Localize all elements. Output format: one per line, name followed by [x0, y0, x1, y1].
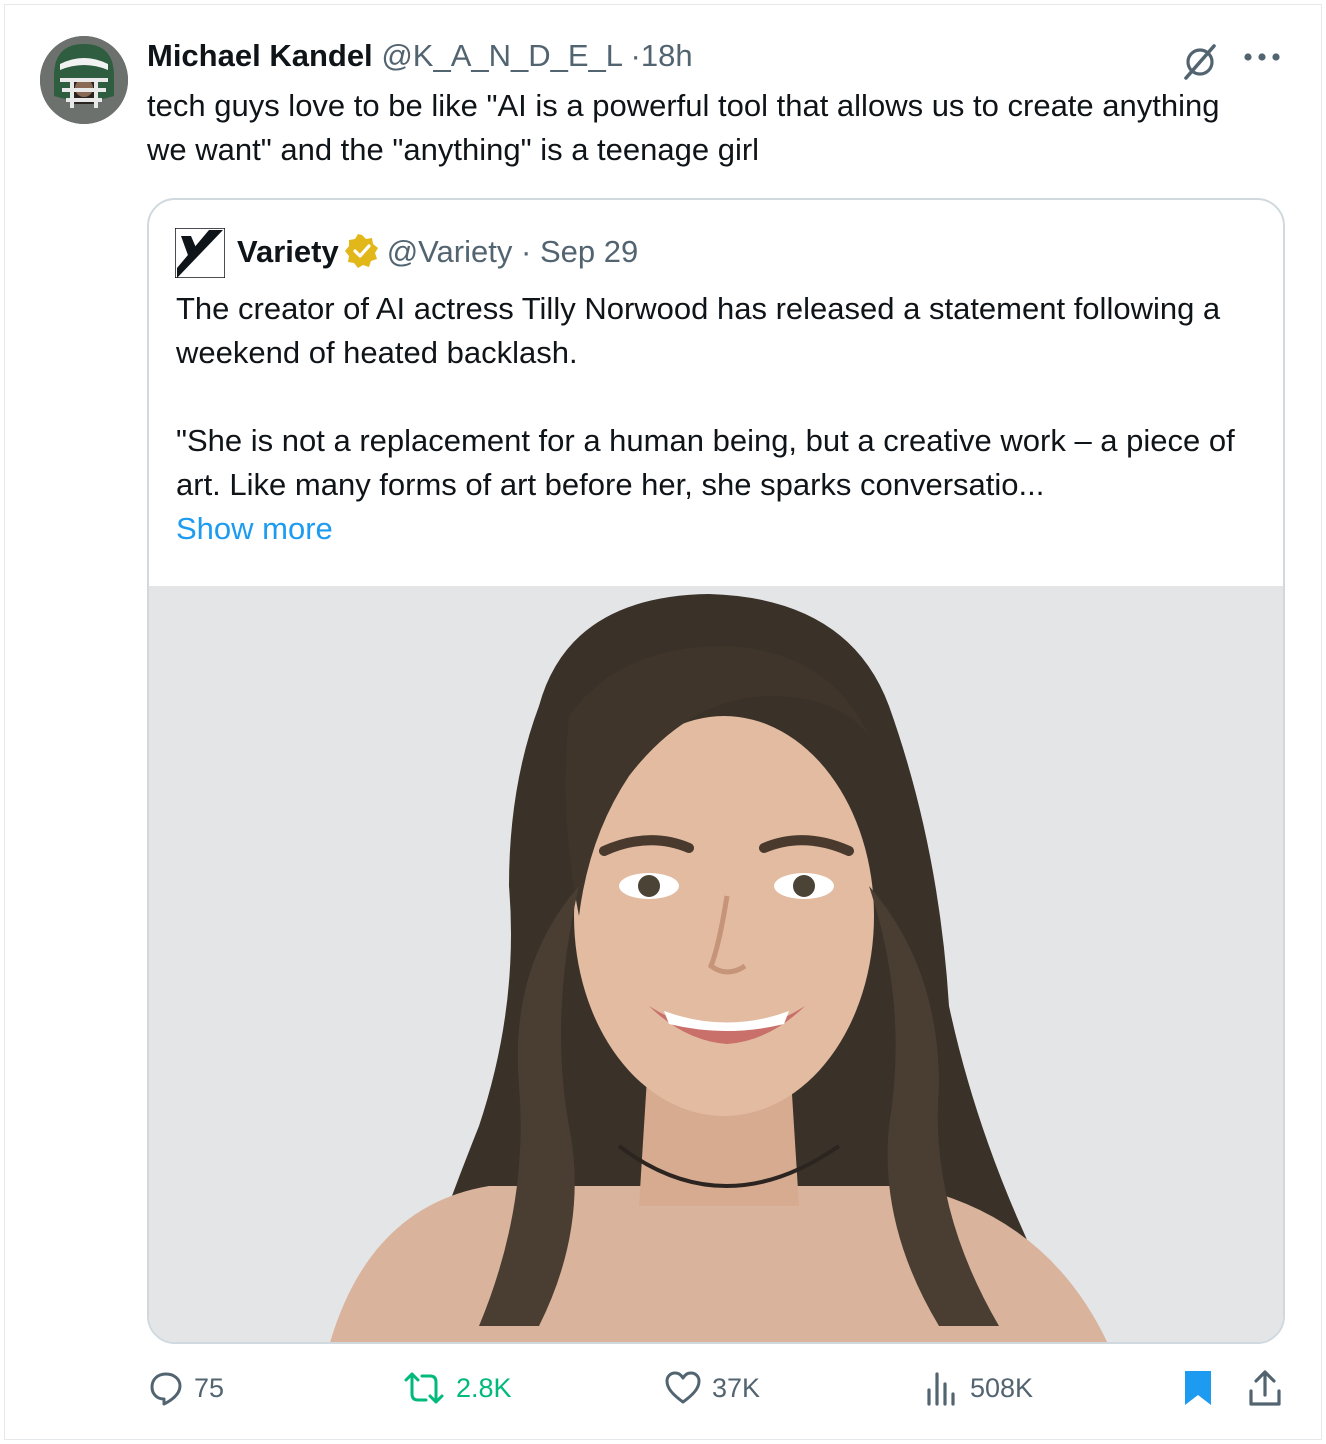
quoted-author-name[interactable]: Variety: [237, 234, 339, 269]
reply-icon: [150, 1372, 182, 1406]
quoted-header: Variety @Variety · Sep 29: [237, 233, 638, 271]
quoted-text-statement: "She is not a replacement for a human be…: [176, 423, 1235, 502]
author-avatar[interactable]: [40, 36, 128, 124]
views-icon: [927, 1372, 955, 1406]
views-count: 508K: [970, 1372, 1034, 1403]
bookmark-button[interactable]: [1182, 1368, 1224, 1408]
reply-count: 75: [194, 1372, 225, 1403]
like-count: 37K: [712, 1372, 761, 1403]
variety-logo-icon: [175, 228, 225, 278]
quoted-separator: ·: [520, 234, 532, 269]
quoted-media-image[interactable]: [149, 586, 1283, 1342]
show-more-link[interactable]: Show more: [176, 507, 1266, 551]
quoted-text: The creator of AI actress Tilly Norwood …: [176, 287, 1266, 551]
author-name[interactable]: Michael Kandel: [147, 38, 373, 73]
repost-icon: [404, 1372, 444, 1404]
grok-icon[interactable]: [1180, 42, 1220, 82]
author-handle[interactable]: @K_A_N_D_E_L: [381, 38, 622, 73]
share-button[interactable]: [1248, 1368, 1292, 1408]
header-separator: ·: [630, 38, 641, 73]
portrait-photo-image: [149, 586, 1283, 1342]
tweet-header: Michael Kandel @K_A_N_D_E_L ·18h: [147, 38, 693, 74]
bookmark-icon: [1185, 1371, 1211, 1405]
tweet-text: tech guys love to be like "AI is a power…: [147, 88, 1220, 167]
reply-button[interactable]: 75: [148, 1368, 224, 1408]
like-icon: [665, 1371, 701, 1404]
football-helmet-avatar-image: [40, 36, 128, 124]
quoted-text-paragraph-2: "She is not a replacement for a human be…: [176, 419, 1266, 551]
quoted-tweet[interactable]: Variety @Variety · Sep 29 The creator of…: [147, 198, 1285, 1344]
like-button[interactable]: 37K: [664, 1368, 760, 1408]
repost-count: 2.8K: [456, 1372, 512, 1403]
more-icon[interactable]: [1240, 42, 1284, 72]
quoted-text-paragraph-1: The creator of AI actress Tilly Norwood …: [176, 291, 1221, 370]
views-button[interactable]: 508K: [924, 1368, 1033, 1408]
repost-button[interactable]: 2.8K: [402, 1368, 512, 1408]
verified-badge-icon: [344, 234, 378, 268]
quoted-author-handle[interactable]: @Variety: [387, 234, 513, 269]
action-bar: 75 2.8K 37K 508K: [0, 1368, 1326, 1408]
share-icon: [1249, 1370, 1281, 1406]
tweet-time[interactable]: 18h: [641, 38, 693, 73]
quoted-date[interactable]: Sep 29: [540, 234, 638, 269]
